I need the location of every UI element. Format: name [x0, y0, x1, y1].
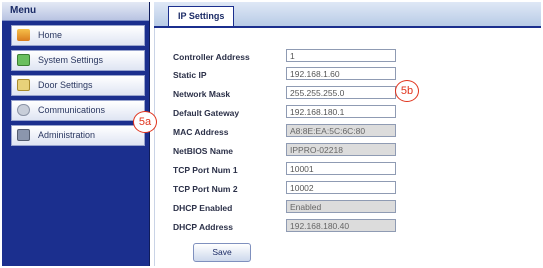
netbios-name-label: NetBIOS Name: [173, 146, 233, 156]
default-gateway-label: Default Gateway: [173, 108, 240, 118]
dhcp-enabled-field: Enabled: [286, 200, 396, 213]
tcp-port-1-input[interactable]: 10001: [286, 162, 396, 175]
network-mask-input[interactable]: 255.255.255.0: [286, 86, 396, 99]
tcp-port-1-label: TCP Port Num 1: [173, 165, 238, 175]
administration-icon: [17, 129, 30, 141]
default-gateway-input[interactable]: 192.168.180.1: [286, 105, 396, 118]
network-mask-label: Network Mask: [173, 89, 231, 99]
callout-5b: 5b: [395, 80, 419, 102]
sidebar-item-label: Communications: [38, 105, 106, 115]
controller-address-input[interactable]: 1: [286, 49, 396, 62]
sidebar-item-label: Door Settings: [38, 80, 93, 90]
sidebar: Menu Home System Settings Door Settings …: [2, 2, 150, 266]
tab-ip-settings[interactable]: IP Settings: [168, 6, 235, 26]
static-ip-input[interactable]: 192.168.1.60: [286, 67, 396, 80]
dhcp-enabled-label: DHCP Enabled: [173, 203, 233, 213]
sidebar-item-label: Administration: [38, 130, 96, 140]
static-ip-label: Static IP: [173, 70, 207, 80]
door-icon: [17, 79, 30, 91]
system-settings-icon: [17, 54, 30, 66]
home-icon: [17, 29, 30, 41]
sidebar-item-door-settings[interactable]: Door Settings: [11, 75, 145, 96]
sidebar-item-system-settings[interactable]: System Settings: [11, 50, 145, 71]
communications-icon: [17, 104, 30, 116]
ip-settings-form: Controller Address 1 Static IP 192.168.1…: [154, 28, 542, 266]
sidebar-item-home[interactable]: Home: [11, 25, 145, 46]
sidebar-item-communications[interactable]: Communications: [11, 100, 145, 121]
tcp-port-2-label: TCP Port Num 2: [173, 184, 238, 194]
dhcp-address-label: DHCP Address: [173, 222, 233, 232]
callout-5a: 5a: [133, 111, 157, 133]
controller-address-label: Controller Address: [173, 52, 250, 62]
mac-address-label: MAC Address: [173, 127, 229, 137]
tab-bar: IP Settings: [154, 2, 541, 28]
sidebar-title: Menu: [2, 2, 149, 21]
sidebar-item-label: Home: [38, 30, 63, 40]
tcp-port-2-input[interactable]: 10002: [286, 181, 396, 194]
sidebar-item-administration[interactable]: Administration: [11, 125, 145, 146]
save-button[interactable]: Save: [193, 243, 251, 262]
sidebar-item-label: System Settings: [38, 55, 104, 65]
dhcp-address-field: 192.168.180.40: [286, 219, 396, 232]
netbios-name-field: IPPRO-02218: [286, 143, 396, 156]
mac-address-field: A8:8E:EA:5C:6C:80: [286, 124, 396, 137]
